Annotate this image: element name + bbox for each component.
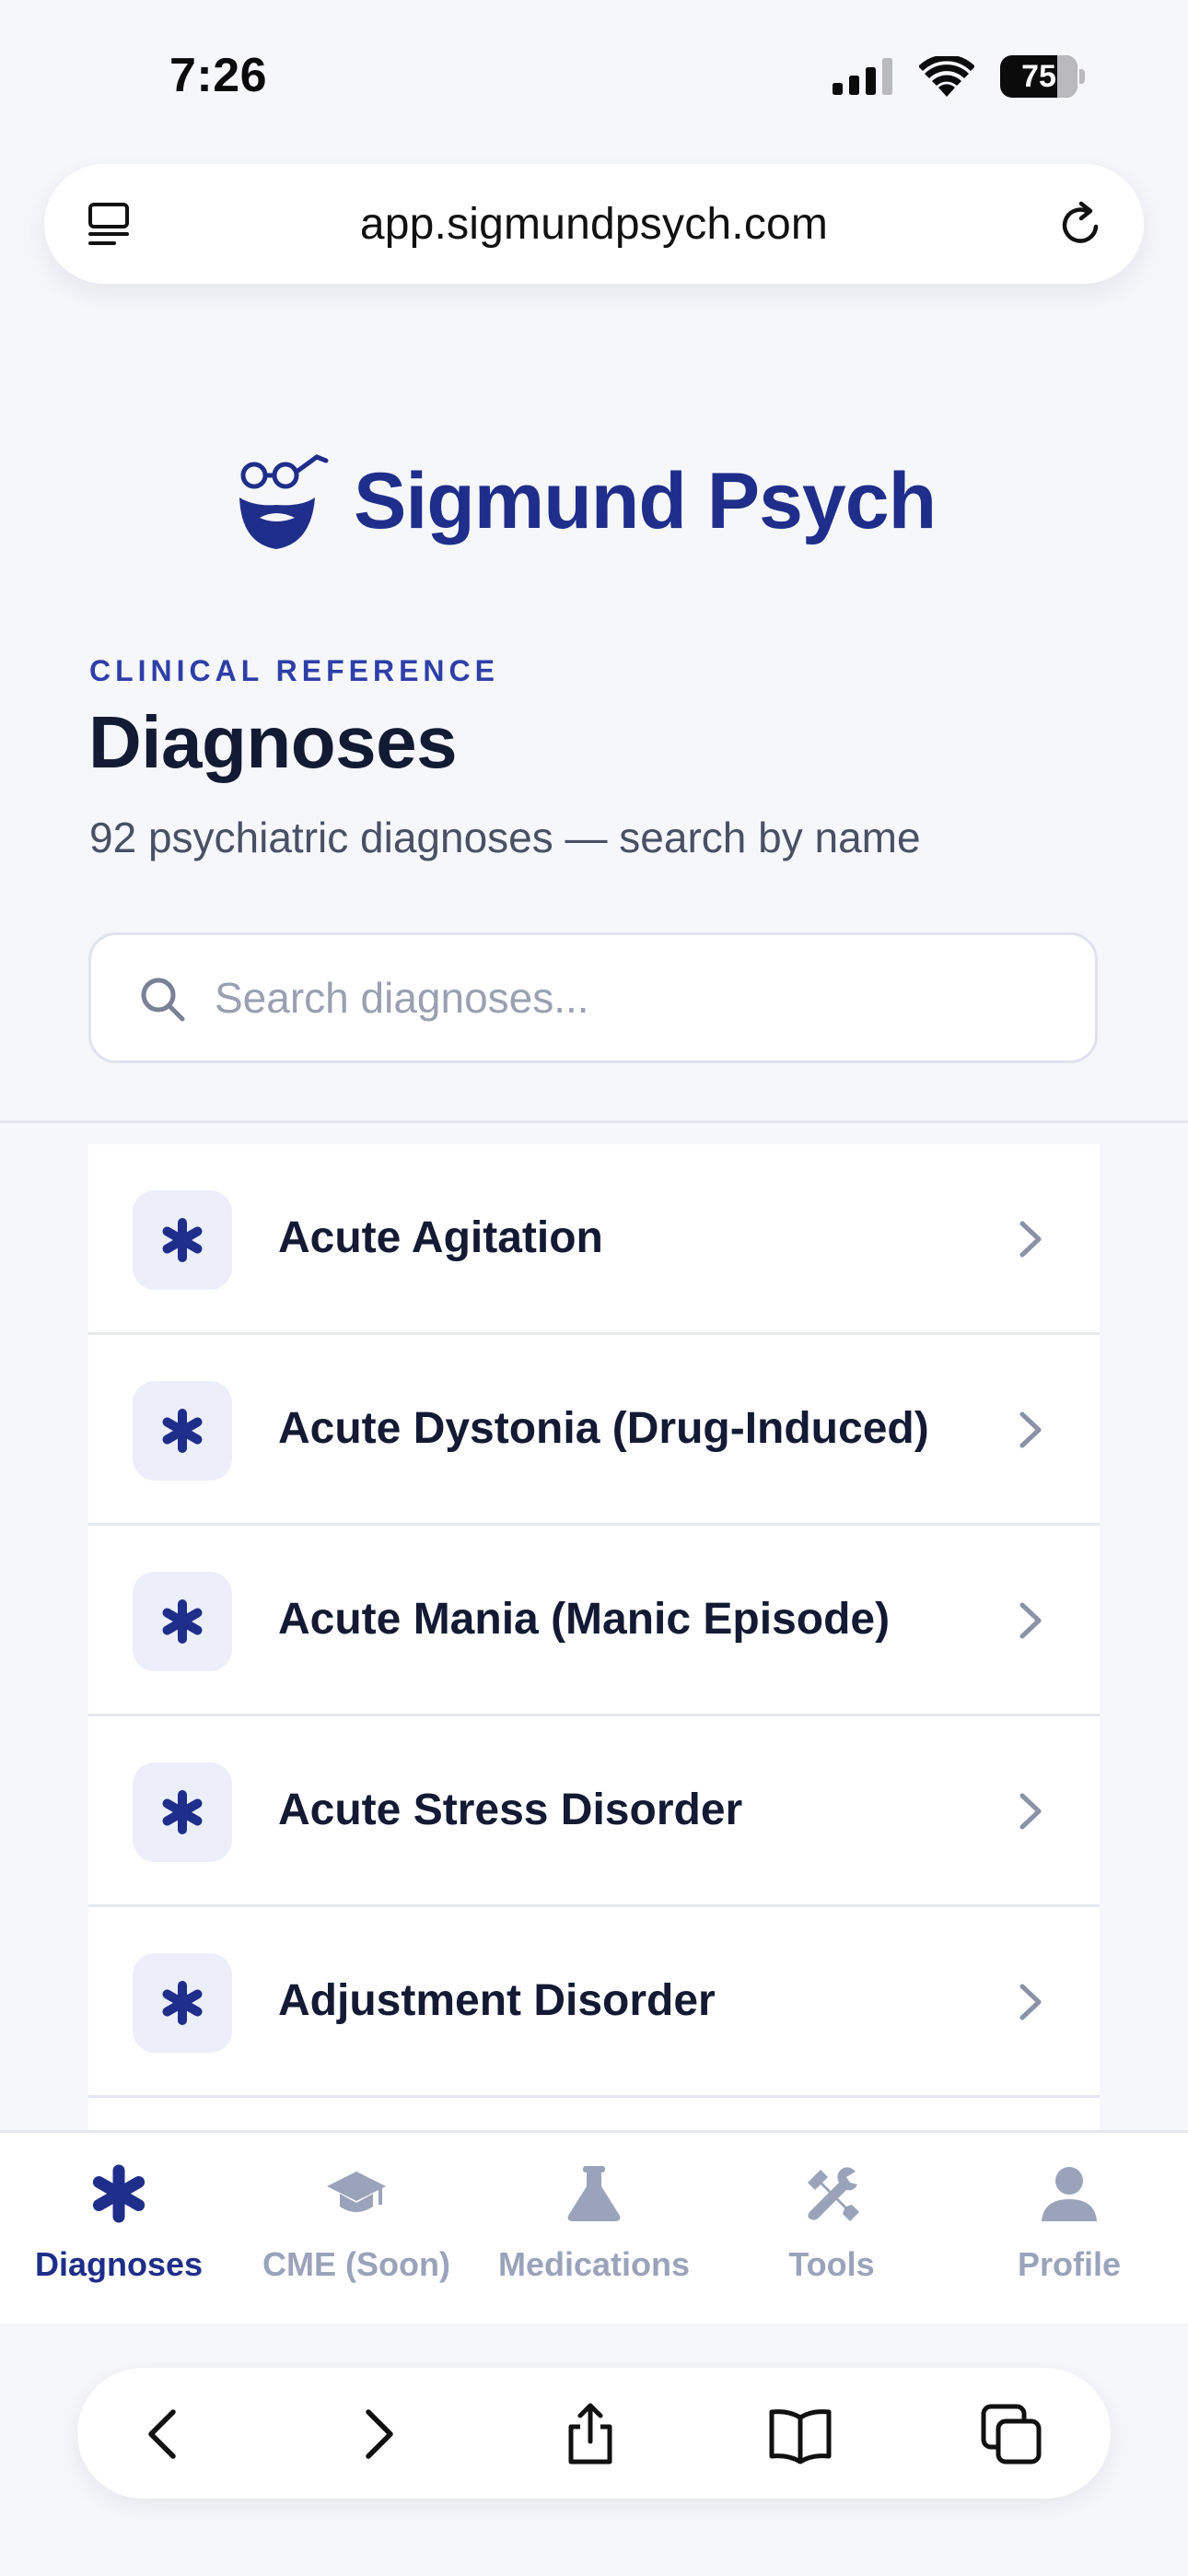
tab-cme[interactable]: CME (Soon) bbox=[238, 2133, 475, 2326]
item-badge bbox=[133, 1762, 232, 1862]
list-item-label: Adjustment Disorder bbox=[278, 1976, 716, 2025]
asterisk-icon bbox=[162, 1409, 203, 1453]
url-text[interactable]: app.sigmundpsych.com bbox=[360, 199, 828, 250]
asterisk-icon bbox=[92, 2164, 146, 2223]
tab-label: Tools bbox=[788, 2245, 875, 2283]
chevron-right-icon bbox=[1019, 1602, 1042, 1639]
chevron-right-icon bbox=[1019, 1221, 1042, 1258]
chevron-right-icon bbox=[1019, 1411, 1042, 1448]
search-icon bbox=[141, 978, 185, 1022]
tools-icon bbox=[808, 2167, 859, 2221]
tab-label: Profile bbox=[1017, 2245, 1122, 2283]
back-arrow-icon[interactable] bbox=[133, 2403, 197, 2465]
status-icons: 75 bbox=[833, 55, 1085, 98]
page-subtitle: 92 psychiatric diagnoses — search by nam… bbox=[89, 814, 921, 861]
diagnoses-list: Acute Agitation Acute Dystonia (Drug-Ind… bbox=[88, 1144, 1100, 2130]
tabs-overview-icon[interactable] bbox=[980, 2403, 1044, 2465]
bottom-tab-bar: Diagnoses CME (Soon) Medications Tools P… bbox=[0, 2130, 1188, 2324]
share-icon[interactable] bbox=[558, 2403, 623, 2465]
tab-label: Medications bbox=[497, 2245, 691, 2283]
chevron-right-icon bbox=[1019, 1793, 1042, 1830]
asterisk-icon bbox=[162, 1981, 203, 2025]
person-icon bbox=[1042, 2167, 1097, 2221]
status-bar: 7:26 75 bbox=[0, 0, 1188, 157]
page-title: Diagnoses bbox=[88, 701, 458, 783]
item-badge bbox=[133, 1190, 232, 1290]
brand-logo[interactable]: Sigmund Psych bbox=[234, 451, 937, 551]
item-badge bbox=[133, 1572, 232, 1671]
list-item-acute-stress-disorder[interactable]: Acute Stress Disorder bbox=[88, 1716, 1100, 1907]
tab-medications[interactable]: Medications bbox=[475, 2133, 713, 2326]
battery-icon: 75 bbox=[1000, 55, 1085, 98]
asterisk-icon bbox=[162, 1790, 203, 1834]
list-item-adjustment-disorder[interactable]: Adjustment Disorder bbox=[88, 1907, 1100, 2098]
asterisk-icon bbox=[162, 1218, 203, 1262]
address-bar[interactable]: app.sigmundpsych.com bbox=[44, 164, 1144, 284]
browser-toolbar bbox=[0, 2324, 1188, 2576]
graduation-cap-icon bbox=[327, 2172, 386, 2212]
section-eyebrow: CLINICAL REFERENCE bbox=[89, 654, 499, 687]
list-item-label: Acute Dystonia (Drug-Induced) bbox=[278, 1404, 929, 1453]
browser-toolbar-pill bbox=[77, 2368, 1111, 2499]
list-item-acute-mania[interactable]: Acute Mania (Manic Episode) bbox=[88, 1526, 1100, 1716]
brand-name: Sigmund Psych bbox=[354, 456, 937, 545]
reload-icon[interactable] bbox=[1055, 199, 1107, 251]
wifi-icon bbox=[919, 56, 974, 97]
battery-level: 75 bbox=[1021, 59, 1056, 94]
list-item-acute-dystonia[interactable]: Acute Dystonia (Drug-Induced) bbox=[88, 1335, 1100, 1526]
tab-tools[interactable]: Tools bbox=[713, 2133, 950, 2326]
cellular-signal-icon bbox=[833, 58, 892, 95]
tab-diagnoses[interactable]: Diagnoses bbox=[0, 2133, 238, 2326]
bookmarks-book-icon[interactable] bbox=[768, 2403, 833, 2465]
reader-mode-icon[interactable] bbox=[87, 201, 136, 249]
chevron-right-icon bbox=[1019, 1984, 1042, 2020]
item-badge bbox=[133, 1953, 232, 2053]
flask-icon bbox=[567, 2166, 621, 2221]
asterisk-icon bbox=[162, 1599, 203, 1644]
list-item-label: Acute Mania (Manic Episode) bbox=[278, 1595, 891, 1644]
item-badge bbox=[133, 1381, 232, 1481]
tab-label: CME (Soon) bbox=[262, 2245, 450, 2283]
list-item-label: Acute Stress Disorder bbox=[278, 1786, 743, 1834]
search-input[interactable] bbox=[215, 935, 1043, 1060]
header-divider bbox=[0, 1120, 1188, 1123]
tab-label: Diagnoses bbox=[34, 2245, 204, 2283]
forward-arrow-icon[interactable] bbox=[344, 2403, 409, 2465]
list-item-label: Acute Agitation bbox=[278, 1213, 603, 1262]
app-root: 7:26 75 app.sigmundpsych.com Sigmund Psy… bbox=[0, 0, 1188, 2576]
tab-profile[interactable]: Profile bbox=[950, 2133, 1188, 2326]
bearded-face-logo-icon bbox=[239, 454, 329, 549]
list-item-acute-agitation[interactable]: Acute Agitation bbox=[88, 1144, 1100, 1335]
status-time: 7:26 bbox=[169, 49, 268, 102]
search-box[interactable] bbox=[88, 932, 1098, 1063]
